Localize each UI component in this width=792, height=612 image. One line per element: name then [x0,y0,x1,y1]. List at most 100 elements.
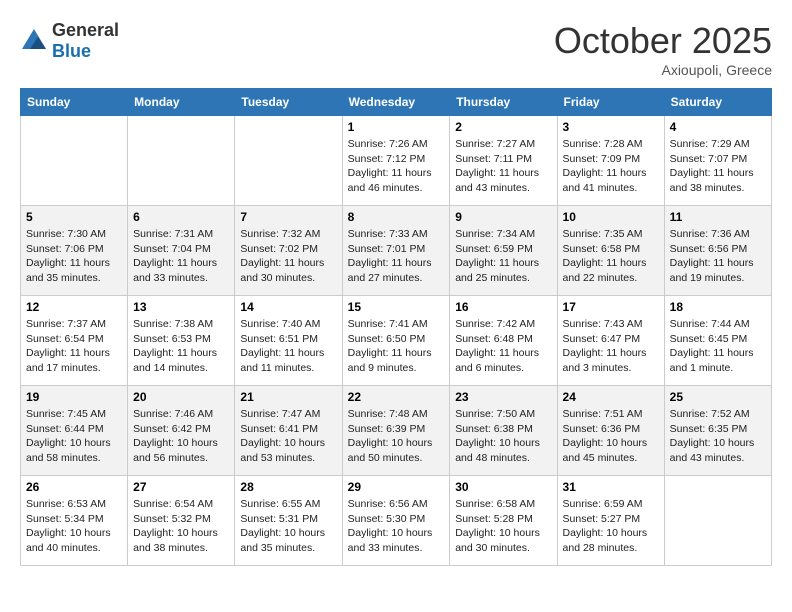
month-title: October 2025 [554,20,772,62]
day-info: Sunrise: 7:48 AMSunset: 6:39 PMDaylight:… [348,407,445,466]
day-info: Sunrise: 6:59 AMSunset: 5:27 PMDaylight:… [563,497,659,556]
days-header-row: SundayMondayTuesdayWednesdayThursdayFrid… [21,89,772,116]
day-info: Sunrise: 7:44 AMSunset: 6:45 PMDaylight:… [670,317,766,376]
calendar-cell: 1 Sunrise: 7:26 AMSunset: 7:12 PMDaylight… [342,116,450,206]
day-info: Sunrise: 7:43 AMSunset: 6:47 PMDaylight:… [563,317,659,376]
day-number: 5 [26,210,122,224]
calendar-cell: 20 Sunrise: 7:46 AMSunset: 6:42 PMDayligh… [128,386,235,476]
logo-blue: Blue [52,41,91,61]
calendar-cell: 25Sunrise: 7:52 AMSunset: 6:35 PMDayligh… [664,386,771,476]
calendar-cell [21,116,128,206]
calendar-cell: 4 Sunrise: 7:29 AMSunset: 7:07 PMDaylight… [664,116,771,206]
day-info: Sunrise: 7:28 AMSunset: 7:09 PMDaylight:… [563,137,659,196]
calendar-cell: 16Sunrise: 7:42 AMSunset: 6:48 PMDayligh… [450,296,557,386]
day-number: 12 [26,300,122,314]
day-number: 11 [670,210,766,224]
day-info: Sunrise: 7:52 AMSunset: 6:35 PMDaylight:… [670,407,766,466]
logo-text: General Blue [52,20,119,62]
day-info: Sunrise: 6:56 AMSunset: 5:30 PMDaylight:… [348,497,445,556]
day-number: 31 [563,480,659,494]
day-number: 13 [133,300,229,314]
day-number: 9 [455,210,551,224]
day-number: 1 [348,120,445,134]
day-header-saturday: Saturday [664,89,771,116]
day-header-friday: Friday [557,89,664,116]
calendar-cell: 18 Sunrise: 7:44 AMSunset: 6:45 PMDayligh… [664,296,771,386]
title-block: October 2025 Axioupoli, Greece [554,20,772,78]
logo-general: General [52,20,119,40]
calendar-cell: 14 Sunrise: 7:40 AMSunset: 6:51 PMDayligh… [235,296,342,386]
day-number: 30 [455,480,551,494]
day-info: Sunrise: 7:46 AMSunset: 6:42 PMDaylight:… [133,407,229,466]
day-number: 17 [563,300,659,314]
calendar-cell: 17 Sunrise: 7:43 AMSunset: 6:47 PMDayligh… [557,296,664,386]
calendar-cell [235,116,342,206]
day-number: 29 [348,480,445,494]
week-row-5: 26Sunrise: 6:53 AMSunset: 5:34 PMDayligh… [21,476,772,566]
day-info: Sunrise: 7:38 AMSunset: 6:53 PMDaylight:… [133,317,229,376]
calendar-cell: 2 Sunrise: 7:27 AMSunset: 7:11 PMDaylight… [450,116,557,206]
week-row-4: 19Sunrise: 7:45 AMSunset: 6:44 PMDayligh… [21,386,772,476]
day-info: Sunrise: 7:30 AMSunset: 7:06 PMDaylight:… [26,227,122,286]
day-number: 8 [348,210,445,224]
day-info: Sunrise: 6:58 AMSunset: 5:28 PMDaylight:… [455,497,551,556]
day-number: 3 [563,120,659,134]
calendar-cell: 29 Sunrise: 6:56 AMSunset: 5:30 PMDayligh… [342,476,450,566]
day-header-tuesday: Tuesday [235,89,342,116]
day-info: Sunrise: 7:51 AMSunset: 6:36 PMDaylight:… [563,407,659,466]
calendar-cell: 6Sunrise: 7:31 AMSunset: 7:04 PMDaylight… [128,206,235,296]
day-number: 21 [240,390,336,404]
week-row-2: 5 Sunrise: 7:30 AMSunset: 7:06 PMDaylight… [21,206,772,296]
day-info: Sunrise: 7:29 AMSunset: 7:07 PMDaylight:… [670,137,766,196]
calendar-cell: 12Sunrise: 7:37 AMSunset: 6:54 PMDayligh… [21,296,128,386]
calendar-cell: 24Sunrise: 7:51 AMSunset: 6:36 PMDayligh… [557,386,664,476]
day-number: 2 [455,120,551,134]
calendar-cell: 23 Sunrise: 7:50 AMSunset: 6:38 PMDayligh… [450,386,557,476]
calendar-cell: 30 Sunrise: 6:58 AMSunset: 5:28 PMDayligh… [450,476,557,566]
day-info: Sunrise: 7:45 AMSunset: 6:44 PMDaylight:… [26,407,122,466]
day-number: 23 [455,390,551,404]
logo: General Blue [20,20,119,62]
day-info: Sunrise: 7:36 AMSunset: 6:56 PMDaylight:… [670,227,766,286]
calendar-cell: 11 Sunrise: 7:36 AMSunset: 6:56 PMDayligh… [664,206,771,296]
day-number: 16 [455,300,551,314]
day-number: 10 [563,210,659,224]
day-info: Sunrise: 7:35 AMSunset: 6:58 PMDaylight:… [563,227,659,286]
calendar-cell: 26Sunrise: 6:53 AMSunset: 5:34 PMDayligh… [21,476,128,566]
day-info: Sunrise: 7:47 AMSunset: 6:41 PMDaylight:… [240,407,336,466]
day-number: 18 [670,300,766,314]
day-number: 15 [348,300,445,314]
calendar-cell [664,476,771,566]
day-info: Sunrise: 7:41 AMSunset: 6:50 PMDaylight:… [348,317,445,376]
day-number: 27 [133,480,229,494]
week-row-1: 1 Sunrise: 7:26 AMSunset: 7:12 PMDaylight… [21,116,772,206]
calendar-cell: 5 Sunrise: 7:30 AMSunset: 7:06 PMDaylight… [21,206,128,296]
day-number: 22 [348,390,445,404]
calendar-cell: 27 Sunrise: 6:54 AMSunset: 5:32 PMDayligh… [128,476,235,566]
day-header-sunday: Sunday [21,89,128,116]
day-info: Sunrise: 7:32 AMSunset: 7:02 PMDaylight:… [240,227,336,286]
calendar-cell: 28Sunrise: 6:55 AMSunset: 5:31 PMDayligh… [235,476,342,566]
day-info: Sunrise: 7:27 AMSunset: 7:11 PMDaylight:… [455,137,551,196]
day-info: Sunrise: 6:53 AMSunset: 5:34 PMDaylight:… [26,497,122,556]
day-info: Sunrise: 7:40 AMSunset: 6:51 PMDaylight:… [240,317,336,376]
day-number: 4 [670,120,766,134]
location: Axioupoli, Greece [554,62,772,78]
day-info: Sunrise: 6:55 AMSunset: 5:31 PMDaylight:… [240,497,336,556]
calendar-cell: 21 Sunrise: 7:47 AMSunset: 6:41 PMDayligh… [235,386,342,476]
calendar-cell: 22 Sunrise: 7:48 AMSunset: 6:39 PMDayligh… [342,386,450,476]
day-number: 14 [240,300,336,314]
day-info: Sunrise: 7:33 AMSunset: 7:01 PMDaylight:… [348,227,445,286]
day-number: 7 [240,210,336,224]
logo-icon [20,27,48,55]
day-info: Sunrise: 7:31 AMSunset: 7:04 PMDaylight:… [133,227,229,286]
week-row-3: 12Sunrise: 7:37 AMSunset: 6:54 PMDayligh… [21,296,772,386]
day-info: Sunrise: 6:54 AMSunset: 5:32 PMDaylight:… [133,497,229,556]
day-number: 20 [133,390,229,404]
day-header-thursday: Thursday [450,89,557,116]
calendar-cell [128,116,235,206]
day-info: Sunrise: 7:34 AMSunset: 6:59 PMDaylight:… [455,227,551,286]
day-info: Sunrise: 7:50 AMSunset: 6:38 PMDaylight:… [455,407,551,466]
day-info: Sunrise: 7:26 AMSunset: 7:12 PMDaylight:… [348,137,445,196]
calendar-cell: 19Sunrise: 7:45 AMSunset: 6:44 PMDayligh… [21,386,128,476]
